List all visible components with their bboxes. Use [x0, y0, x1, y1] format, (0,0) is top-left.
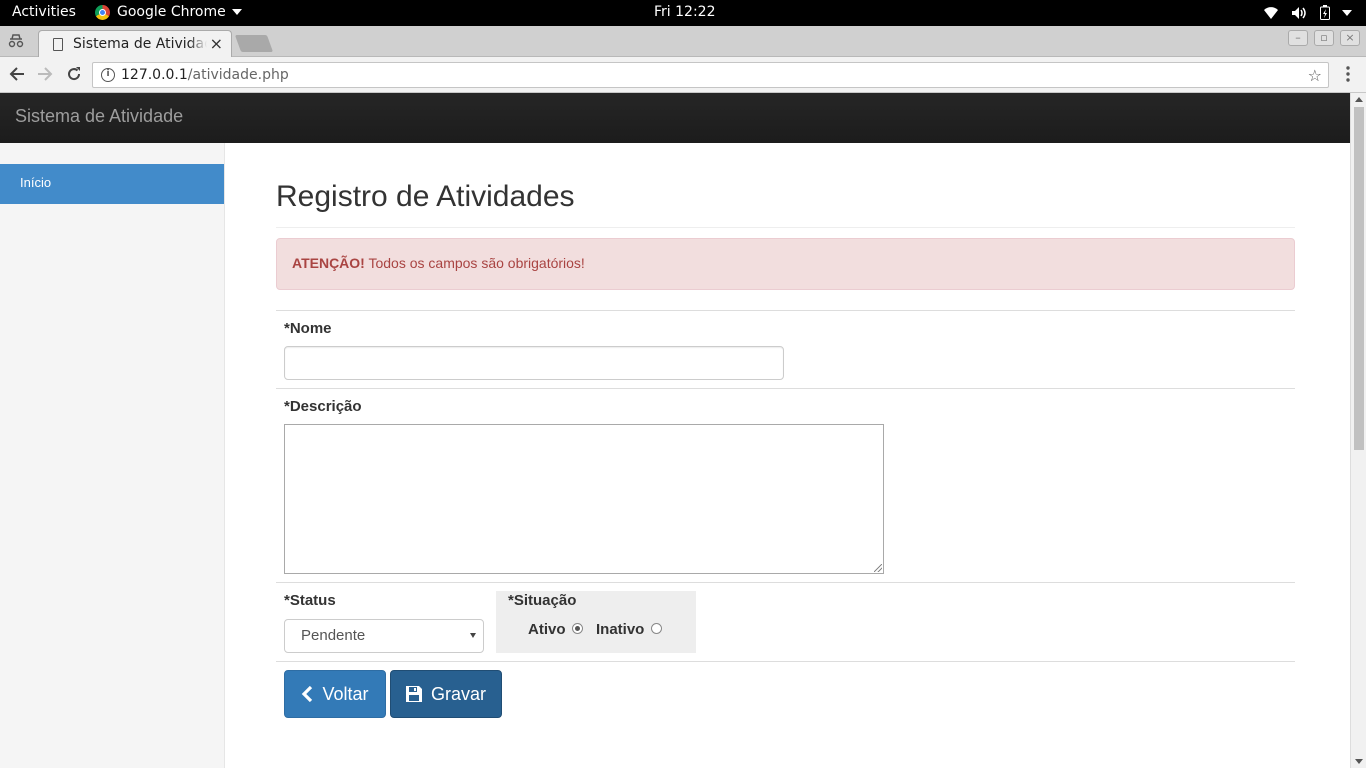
bookmark-star-icon[interactable]: ☆ [1308, 66, 1322, 85]
voltar-label: Voltar [322, 683, 369, 704]
sidebar: Início [0, 143, 225, 768]
voltar-button[interactable]: Voltar [284, 670, 386, 718]
page-header: Registro de Atividades [276, 143, 1295, 228]
back-arrow-icon[interactable] [9, 66, 25, 82]
close-icon[interactable]: × [210, 34, 223, 53]
sidebar-item-label: Início [20, 175, 52, 190]
status-selected-value: Pendente [301, 627, 366, 644]
system-tray[interactable] [1263, 5, 1352, 20]
system-menu-icon [1342, 9, 1352, 16]
tab-title: Sistema de Atividade [73, 36, 207, 52]
radio-inativo-label[interactable]: Inativo [596, 621, 644, 638]
radio-inativo[interactable] [651, 623, 662, 634]
system-top-bar: Activities Google Chrome Fri 12:22 [0, 0, 1366, 26]
navbar-brand[interactable]: Sistema de Atividade [15, 106, 183, 127]
window-controls: – ▫ × [1288, 30, 1360, 46]
scroll-down-icon[interactable] [1355, 759, 1363, 764]
required-fields-alert: ATENÇÃO! Todos os campos são obrigatório… [276, 238, 1295, 290]
forward-arrow-icon[interactable] [37, 66, 53, 82]
top-navbar: Sistema de Atividade [0, 93, 1350, 143]
info-icon[interactable]: i [101, 68, 115, 82]
url-text: 127.0.0.1/atividade.php [121, 67, 289, 83]
address-bar[interactable]: i 127.0.0.1/atividade.php ☆ [92, 62, 1329, 88]
chevron-left-icon [302, 686, 313, 702]
reload-icon[interactable] [66, 66, 82, 82]
app-menu-label: Google Chrome [117, 4, 226, 20]
url-host: 127.0.0.1 [121, 67, 188, 83]
status-label: *Status [284, 592, 336, 609]
battery-icon [1320, 5, 1330, 20]
new-tab-button[interactable] [234, 35, 274, 52]
chrome-logo-icon [95, 4, 110, 20]
minimize-icon[interactable]: – [1288, 30, 1308, 46]
descricao-textarea[interactable] [284, 424, 884, 574]
radio-ativo-label[interactable]: Ativo [528, 621, 566, 638]
scrollbar-thumb[interactable] [1354, 107, 1364, 450]
more-menu-icon[interactable] [1346, 66, 1350, 82]
page-icon [53, 38, 63, 51]
browser-tab-strip: Sistema de Atividade × – ▫ × [0, 26, 1366, 58]
divider [276, 310, 1295, 311]
situacao-label: *Situação [508, 592, 577, 609]
sidebar-item-inicio[interactable]: Início [0, 164, 224, 204]
floppy-save-icon [405, 686, 422, 702]
status-select[interactable]: Pendente [284, 619, 484, 653]
divider [276, 582, 1295, 583]
maximize-icon[interactable]: ▫ [1314, 30, 1334, 46]
activities-button[interactable]: Activities [12, 4, 76, 20]
browser-toolbar: i 127.0.0.1/atividade.php ☆ [0, 57, 1366, 93]
descricao-label: *Descrição [284, 398, 362, 415]
wifi-icon [1264, 6, 1278, 19]
page-scrollbar[interactable] [1350, 93, 1366, 768]
alert-strong: ATENÇÃO! [292, 255, 365, 271]
window-close-icon[interactable]: × [1340, 30, 1360, 46]
nome-label: *Nome [284, 320, 332, 337]
alert-text: Todos os campos são obrigatórios! [364, 255, 585, 271]
situacao-group: *Situação Ativo Inativo [496, 591, 696, 653]
chevron-down-icon [231, 9, 242, 15]
clock[interactable]: Fri 12:22 [654, 4, 715, 20]
radio-ativo[interactable] [572, 623, 583, 634]
divider [276, 388, 1295, 389]
url-path: /atividade.php [187, 67, 289, 83]
gravar-label: Gravar [430, 683, 486, 704]
volume-icon [1292, 6, 1306, 19]
browser-tab[interactable]: Sistema de Atividade × [38, 30, 232, 58]
incognito-icon [8, 34, 24, 48]
dropdown-arrow-icon [470, 633, 476, 638]
resize-grip-icon[interactable] [874, 564, 882, 572]
scroll-up-icon[interactable] [1355, 97, 1363, 102]
page-viewport: Sistema de Atividade Início Registro de … [0, 93, 1350, 768]
app-menu[interactable]: Google Chrome [95, 4, 242, 20]
divider [276, 661, 1295, 662]
gravar-button[interactable]: Gravar [390, 670, 502, 718]
nome-input[interactable] [284, 346, 784, 380]
page-title: Registro de Atividades [276, 180, 575, 213]
